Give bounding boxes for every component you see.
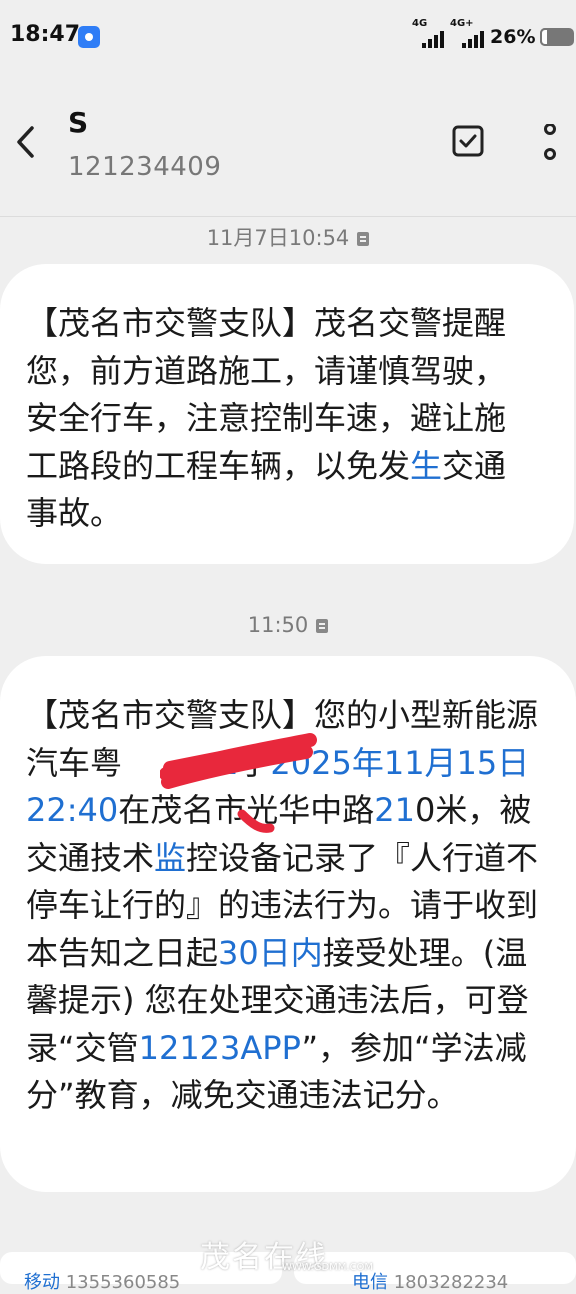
message-link[interactable]: 生 [410,447,442,485]
timestamp-text: 11:50 [247,613,309,637]
deadline-link[interactable]: 30日内 [218,934,323,972]
more-options-icon[interactable] [540,124,560,160]
contact-name: S [68,106,89,139]
redaction-mark [160,733,317,833]
timestamp-text: 11月7日10:54 [206,226,350,250]
status-bar: 18:47 4G 4G+ 26% [0,0,576,76]
back-arrow-icon[interactable] [14,124,38,160]
sim2-label: 电信 1803282234 [352,1272,509,1293]
battery-icon [540,28,574,46]
sms-icon [316,619,329,633]
message-timestamp: 11月7日10:54 [0,222,576,252]
message-timestamp: 11:50 [0,613,576,637]
sms-icon [357,232,370,246]
contact-number: 121234409 [68,152,222,182]
select-messages-icon[interactable] [452,125,484,157]
battery-percent: 26% [490,26,536,48]
sim1-label: 移动 1355360585 [24,1272,181,1293]
sim2-network-label: 4G+ [450,18,474,29]
number-link[interactable]: 21 [374,791,415,829]
status-time: 18:47 [10,22,81,47]
sim1-network-label: 4G [412,18,428,29]
message-text: 【茂名市交警支队】茂名交警提醒您，前方道路施工，请谨慎驾驶，安全行车，注意控制车… [26,300,534,538]
message-bubble[interactable]: 【茂名市交警支队】茂名交警提醒您，前方道路施工，请谨慎驾驶，安全行车，注意控制车… [0,264,574,564]
hotspot-icon [78,26,100,48]
app-link[interactable]: 12123APP [139,1029,302,1067]
conversation-header: S 121234409 [0,76,576,216]
inline-link[interactable]: 监 [154,839,186,877]
header-divider [0,216,576,217]
watermark-url: WWW.GDMM.COM [282,1262,374,1273]
